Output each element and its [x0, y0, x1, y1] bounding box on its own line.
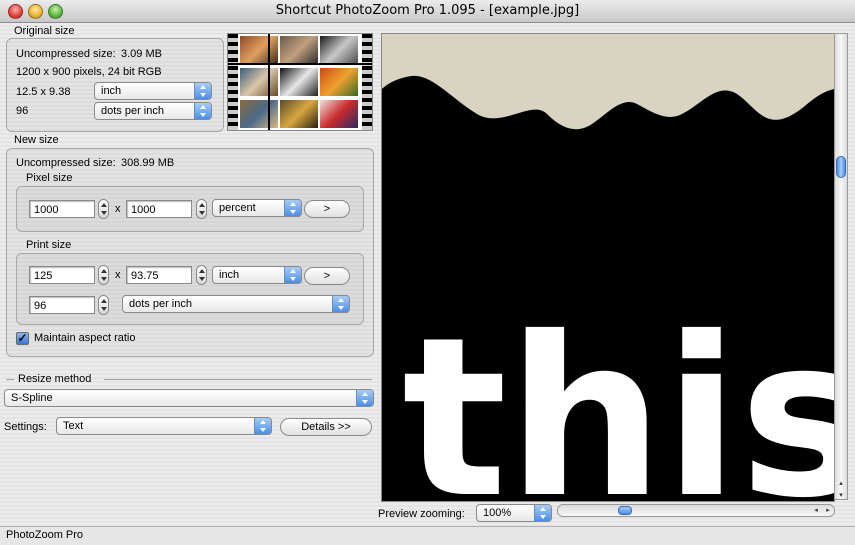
preview-image: this [382, 34, 834, 501]
resize-method-heading: Resize method [18, 373, 92, 385]
original-uncompressed-label: Uncompressed size: [16, 48, 116, 60]
thumbnail-image [320, 68, 358, 96]
pixel-unit-select[interactable]: percent [212, 199, 302, 217]
preview-zoom-select[interactable]: 100% [476, 504, 552, 522]
status-bar: PhotoZoom Pro [0, 526, 855, 545]
popup-arrows-icon [332, 296, 349, 312]
pixel-unit-value: percent [219, 202, 256, 214]
crosshair-vertical [268, 34, 270, 130]
print-width-stepper[interactable] [98, 265, 109, 285]
original-size-heading: Original size [14, 25, 75, 37]
horizontal-scroll-thumb[interactable] [618, 506, 632, 515]
thumbnail-image [280, 68, 318, 96]
print-height-input[interactable]: 93.75 [126, 266, 192, 284]
new-size-heading: New size [14, 134, 59, 146]
print-height-stepper[interactable] [196, 265, 207, 285]
preview-horizontal-scrollbar[interactable] [557, 504, 835, 517]
divider [104, 379, 372, 380]
crosshair-horizontal [228, 63, 372, 65]
settings-value: Text [63, 420, 84, 432]
print-size-arrow-button[interactable]: > [304, 267, 350, 285]
maintain-aspect-label: Maintain aspect ratio [34, 332, 136, 344]
thumbnail-image [280, 36, 318, 64]
print-size-separator: x [115, 269, 121, 281]
preview-zoom-value: 100% [483, 507, 512, 519]
original-print-unit-value: inch [101, 85, 122, 97]
pixel-height-input[interactable]: 1000 [126, 200, 192, 218]
preview-zoom-label: Preview zooming: [378, 508, 465, 520]
settings-label: Settings: [4, 421, 47, 433]
popup-arrows-icon [284, 200, 301, 216]
details-button[interactable]: Details >> [280, 418, 372, 436]
resize-method-select[interactable]: S-Spline [4, 389, 374, 407]
popup-arrows-icon [194, 103, 211, 119]
print-resolution-stepper[interactable] [98, 295, 109, 315]
print-resolution-unit-select[interactable]: dots per inch [122, 295, 350, 313]
pixel-size-separator: x [115, 203, 121, 215]
print-size-group [16, 253, 364, 325]
print-resolution-unit-value: dots per inch [129, 298, 192, 310]
popup-arrows-icon [284, 267, 301, 283]
vertical-scroll-thumb[interactable] [836, 156, 846, 178]
window-title: Shortcut PhotoZoom Pro 1.095 - [example.… [275, 3, 580, 18]
original-uncompressed-value: 3.09 MB [121, 48, 162, 60]
title-bar: Shortcut PhotoZoom Pro 1.095 - [example.… [0, 0, 855, 23]
pixel-width-stepper[interactable] [98, 199, 109, 219]
resize-method-value: S-Spline [11, 392, 53, 404]
print-resolution-input[interactable]: 96 [29, 296, 95, 314]
thumbnail-image [240, 100, 278, 128]
preview-pane[interactable]: this [381, 33, 835, 502]
pixel-size-arrow-button[interactable]: > [304, 200, 350, 218]
pixel-width-input[interactable]: 1000 [29, 200, 95, 218]
print-unit-select[interactable]: inch [212, 266, 302, 284]
original-print-unit-select[interactable]: inch [94, 82, 212, 100]
film-strip-right [362, 34, 372, 130]
preview-vertical-scrollbar[interactable] [834, 33, 848, 500]
scroll-down-button[interactable]: ▾ [836, 490, 846, 502]
popup-arrows-icon [254, 418, 271, 434]
thumbnail-image [320, 36, 358, 64]
print-size-heading: Print size [26, 239, 72, 251]
print-unit-value: inch [219, 269, 240, 281]
status-text: PhotoZoom Pro [6, 529, 84, 541]
pixel-size-heading: Pixel size [26, 172, 73, 184]
thumbnail-image [320, 100, 358, 128]
print-width-input[interactable]: 125 [29, 266, 95, 284]
image-thumbnail-navigator[interactable] [227, 33, 373, 131]
film-strip-left [228, 34, 238, 130]
maintain-aspect-checkbox[interactable]: ✓ [16, 332, 29, 345]
divider [6, 379, 14, 380]
thumbnail-image [240, 36, 278, 64]
original-resolution: 96 [16, 105, 29, 117]
thumbnail-image [240, 68, 278, 96]
thumbnail-image [280, 100, 318, 128]
preview-text: this [402, 290, 834, 501]
scroll-right-button[interactable]: ▸ [823, 505, 833, 517]
popup-arrows-icon [534, 505, 551, 521]
popup-arrows-icon [194, 83, 211, 99]
original-resolution-unit-select[interactable]: dots per inch [94, 102, 212, 120]
original-print-size: 12.5 x 9.38 [16, 86, 71, 98]
original-dimensions: 1200 x 900 pixels, 24 bit RGB [16, 66, 162, 78]
scroll-up-button[interactable]: ▴ [836, 478, 846, 490]
popup-arrows-icon [356, 390, 373, 406]
pixel-height-stepper[interactable] [196, 199, 207, 219]
new-uncompressed-label: Uncompressed size: [16, 157, 116, 169]
settings-select[interactable]: Text [56, 417, 272, 435]
scroll-left-button[interactable]: ◂ [811, 505, 821, 517]
new-uncompressed-value: 308.99 MB [121, 157, 175, 169]
original-resolution-unit-value: dots per inch [101, 105, 164, 117]
